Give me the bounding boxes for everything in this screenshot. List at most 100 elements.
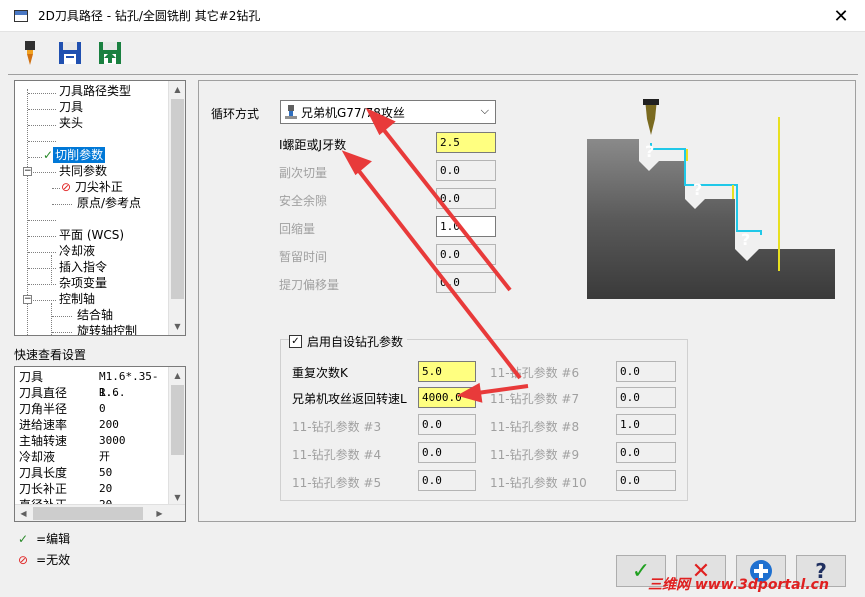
tree-branch — [28, 157, 42, 158]
tree-branch — [28, 220, 56, 221]
chevron-down-icon: ⌵ — [480, 104, 489, 117]
param9-label: 11-钻孔参数 #9 — [490, 448, 580, 462]
legend-invalid: ⊘ =无效 — [18, 552, 71, 568]
scroll-right-icon[interactable]: ▶ — [151, 505, 168, 521]
param4-field[interactable]: 0.0 — [418, 442, 476, 463]
param4-label: 11-钻孔参数 #4 — [292, 448, 382, 462]
quick-view-row: 主轴转速 3000 — [19, 434, 126, 448]
tree-item-axis-combo[interactable]: 结合轴 — [77, 307, 113, 323]
scroll-up-icon[interactable]: ▲ — [169, 81, 185, 98]
drill-cycle-illustration: ? ? ? — [587, 99, 837, 299]
quick-view-row: 冷却液开 — [19, 450, 110, 464]
param3-field[interactable]: 0.0 — [418, 414, 476, 435]
pitch-field[interactable]: 2.5 — [436, 132, 496, 153]
tree-item-cut-params[interactable]: ✓ 切削参数 — [43, 147, 106, 163]
quick-view-hscroll[interactable]: ◀ ▶ — [15, 504, 185, 521]
custom-params-checkbox[interactable]: ✓ 启用自设钻孔参数 — [289, 333, 408, 350]
collapse-icon[interactable]: − — [23, 167, 32, 176]
tree-item-plane[interactable]: 平面 (WCS) — [59, 227, 124, 243]
tree-branch — [28, 93, 56, 94]
tree-branch — [28, 252, 56, 253]
peck-label: 副次切量 — [279, 166, 328, 180]
scroll-thumb[interactable] — [33, 507, 143, 520]
tree-branch — [28, 109, 56, 110]
tree-item-common-params[interactable]: 共同参数 — [59, 163, 107, 179]
return-speed-field[interactable]: 4000.0 — [418, 387, 476, 408]
tree-branch — [33, 300, 56, 301]
tree-branch — [33, 172, 56, 173]
param5-label: 11-钻孔参数 #5 — [292, 476, 382, 490]
invalid-icon: ⊘ — [18, 552, 29, 567]
tree-item-origin-ref[interactable]: 原点/参考点 — [77, 195, 141, 211]
param10-label: 11-钻孔参数 #10 — [490, 476, 587, 490]
repeat-field[interactable]: 5.0 — [418, 361, 476, 382]
tree-branch — [52, 188, 60, 189]
legend-edit: ✓ =编辑 — [18, 531, 71, 547]
quick-view-panel: 刀具 M1.6*.35-R... 刀具直径 1.6 刀角半径 0 进给速率 200 主轴… — [14, 366, 186, 522]
tree-item-misc-values[interactable]: 杂项变量 — [59, 275, 107, 291]
param5-field[interactable]: 0.0 — [418, 470, 476, 491]
checkbox-checked-icon[interactable]: ✓ — [289, 335, 302, 348]
tree-item-rotary-axis[interactable]: 旋转轴控制 — [77, 323, 137, 335]
quick-view-row: 进给速率 200 — [19, 418, 119, 432]
param6-label: 11-钻孔参数 #6 — [490, 366, 580, 380]
scroll-left-icon[interactable]: ◀ — [15, 505, 32, 521]
quick-view-row: 刀具直径 1.6 — [19, 386, 119, 400]
param3-label: 11-钻孔参数 #3 — [292, 420, 382, 434]
quick-view-vscroll[interactable]: ▲ ▼ — [168, 367, 185, 506]
cut-params-panel: 循环方式 兄弟机G77/78攻丝 ⌵ I螺距或J牙数 2.5 副次切量 0.0 … — [198, 80, 856, 522]
close-button[interactable]: ✕ — [831, 6, 851, 27]
app-icon — [14, 9, 28, 22]
tap-cycle-icon — [285, 105, 297, 119]
tree-item-tip-comp[interactable]: ⊘ 刀尖补正 — [61, 179, 123, 195]
clearance-field[interactable]: 0.0 — [436, 188, 496, 209]
collapse-icon[interactable]: − — [23, 295, 32, 304]
cycle-dropdown[interactable]: 兄弟机G77/78攻丝 ⌵ — [280, 100, 496, 124]
param9-field[interactable]: 0.0 — [616, 442, 676, 463]
tree-branch — [52, 204, 72, 205]
tree-item-coolant[interactable]: 冷却液 — [59, 243, 95, 259]
param8-label: 11-钻孔参数 #8 — [490, 420, 580, 434]
peck-field[interactable]: 0.0 — [436, 160, 496, 181]
shift-label: 提刀偏移量 — [279, 278, 340, 292]
save-icon[interactable] — [56, 39, 84, 67]
dwell-label: 暂留时间 — [279, 250, 328, 264]
shift-field[interactable]: 0.0 — [436, 272, 496, 293]
quick-view-row: 刀具 M1.6*.35-R... — [19, 370, 159, 399]
cycle-label: 循环方式 — [211, 107, 260, 121]
quick-view-row: 刀角半径 0 — [19, 402, 106, 416]
tree-item-tool[interactable]: 刀具 — [59, 99, 83, 115]
toolbar — [0, 33, 865, 73]
tree-item-holder[interactable]: 夹头 — [59, 115, 83, 131]
retract-field[interactable]: 1.0 — [436, 216, 496, 237]
parameter-tree: 刀具路径类型 刀具 夹头 ✓ 切削参数 − 共同参数 ⊘ 刀尖补正 原点/参考点… — [14, 80, 186, 336]
quick-view-row: 刀长补正 20 — [19, 482, 113, 496]
clearance-label: 安全余隙 — [279, 194, 328, 208]
tree-item-axis-control[interactable]: 控制轴 — [59, 291, 95, 307]
window-title: 2D刀具路径 - 钻孔/全圆铣削 其它#2钻孔 — [38, 9, 261, 23]
drill-tool-icon[interactable] — [16, 39, 44, 67]
param7-field[interactable]: 0.0 — [616, 387, 676, 408]
tree-item-canned-text[interactable]: 插入指令 — [59, 259, 107, 275]
scroll-up-icon[interactable]: ▲ — [169, 367, 185, 384]
tree-item-toolpath-type[interactable]: 刀具路径类型 — [59, 83, 131, 99]
check-icon: ✓ — [18, 531, 29, 546]
tree-branch — [52, 332, 72, 333]
param6-field[interactable]: 0.0 — [616, 361, 676, 382]
check-icon: ✓ — [43, 148, 54, 162]
save-as-icon[interactable] — [96, 39, 124, 67]
toolbar-divider — [8, 74, 858, 75]
param8-field[interactable]: 1.0 — [616, 414, 676, 435]
scroll-down-icon[interactable]: ▼ — [169, 318, 185, 335]
watermark: 三维网 www.3dportal.cn — [648, 577, 829, 593]
scroll-thumb[interactable] — [171, 385, 184, 455]
tree-branch — [28, 236, 56, 237]
scroll-thumb[interactable] — [171, 99, 184, 299]
quick-view-row: 刀具长度 50 — [19, 466, 113, 480]
invalid-icon: ⊘ — [61, 180, 72, 194]
title-bar: 2D刀具路径 - 钻孔/全圆铣削 其它#2钻孔 ✕ — [0, 0, 865, 32]
param10-field[interactable]: 0.0 — [616, 470, 676, 491]
tree-guide — [51, 255, 52, 285]
dwell-field[interactable]: 0.0 — [436, 244, 496, 265]
tree-scrollbar[interactable]: ▲ ▼ — [168, 81, 185, 335]
